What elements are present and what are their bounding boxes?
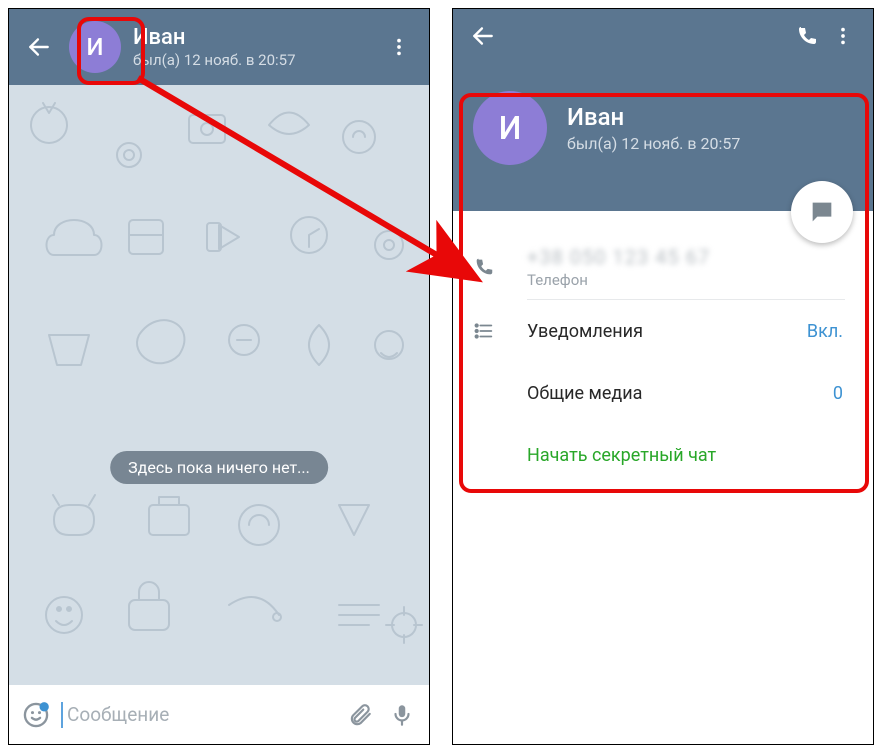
arrow-left-icon	[26, 34, 52, 60]
avatar-initial: И	[499, 109, 522, 147]
phone-icon	[795, 24, 819, 48]
chat-body: Здесь пока ничего нет...	[9, 85, 429, 685]
start-secret-chat-row[interactable]: Начать секретный чат	[453, 424, 873, 486]
overflow-menu-button[interactable]	[825, 18, 861, 54]
notifications-value: Вкл.	[807, 321, 843, 342]
phone-icon	[473, 256, 495, 278]
call-button[interactable]	[789, 18, 825, 54]
sticker-button[interactable]	[19, 698, 53, 732]
arrow-left-icon	[470, 23, 496, 49]
chat-input-bar: Сообщение	[9, 685, 429, 744]
chat-bubble-icon	[808, 198, 836, 226]
phone-label: Телефон	[527, 271, 843, 289]
contact-status: был(а) 12 нояб. в 20:57	[133, 51, 369, 69]
shared-media-label: Общие медиа	[527, 383, 833, 404]
start-secret-chat-label: Начать секретный чат	[527, 445, 843, 466]
shared-media-value: 0	[833, 383, 843, 404]
profile-name: Иван	[567, 103, 740, 131]
more-vert-icon	[388, 36, 410, 58]
back-button[interactable]	[465, 18, 501, 54]
profile-screen: И Иван был(а) 12 нояб. в 20:57 +38 050 1…	[452, 8, 874, 745]
back-button[interactable]	[21, 29, 57, 65]
chat-header-text[interactable]: Иван был(а) 12 нояб. в 20:57	[133, 25, 369, 69]
empty-chat-message: Здесь пока ничего нет...	[110, 451, 328, 484]
contact-avatar[interactable]: И	[69, 21, 121, 73]
notifications-label: Уведомления	[527, 321, 807, 342]
message-input[interactable]: Сообщение	[61, 702, 335, 728]
more-vert-icon	[832, 25, 854, 47]
profile-status: был(а) 12 нояб. в 20:57	[567, 134, 740, 153]
avatar-initial: И	[87, 33, 104, 61]
profile-body: +38 050 123 45 67 Телефон Уведомления Вк…	[453, 211, 873, 486]
profile-topbar	[453, 9, 873, 63]
contact-name: Иван	[133, 25, 369, 51]
list-icon	[473, 320, 495, 342]
notifications-row[interactable]: Уведомления Вкл.	[453, 300, 873, 362]
empty-chat-text: Здесь пока ничего нет...	[128, 458, 310, 477]
mic-button[interactable]	[385, 698, 419, 732]
profile-avatar[interactable]: И	[473, 91, 547, 165]
chat-background-icon	[9, 85, 429, 685]
shared-media-row[interactable]: Общие медиа 0	[453, 362, 873, 424]
phone-number: +38 050 123 45 67	[527, 245, 843, 269]
microphone-icon	[389, 702, 415, 728]
message-fab[interactable]	[791, 181, 853, 243]
message-placeholder: Сообщение	[67, 703, 169, 726]
sticker-smile-icon	[22, 701, 50, 729]
chat-screen: И Иван был(а) 12 нояб. в 20:57	[8, 8, 430, 745]
paperclip-icon	[347, 702, 373, 728]
attach-button[interactable]	[343, 698, 377, 732]
chat-header: И Иван был(а) 12 нояб. в 20:57	[9, 9, 429, 85]
overflow-menu-button[interactable]	[381, 29, 417, 65]
